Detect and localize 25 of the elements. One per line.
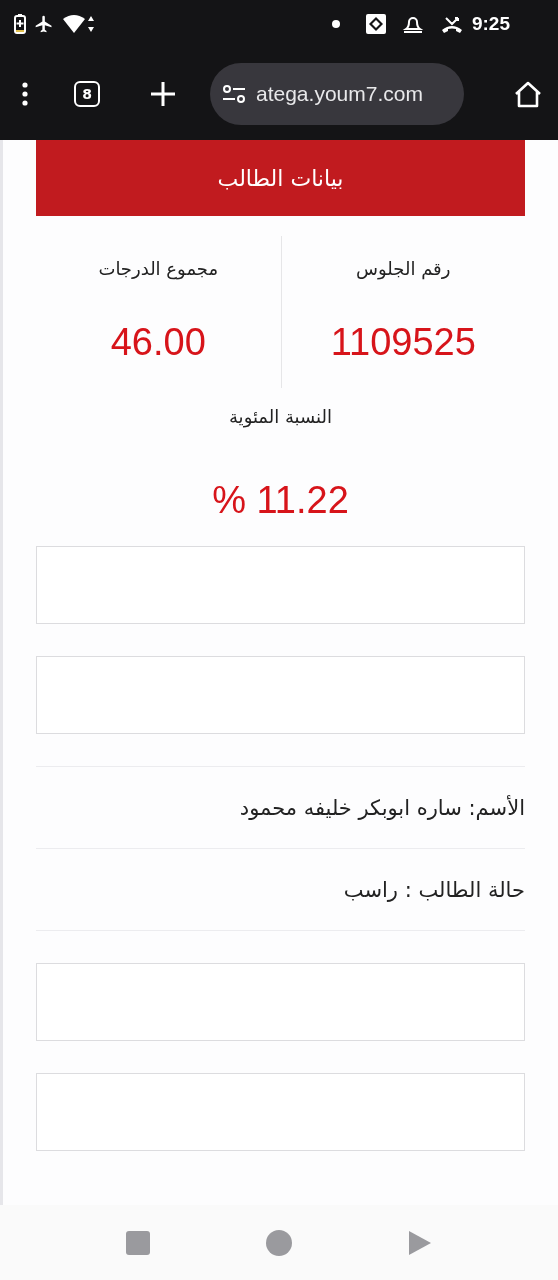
stat-value: 46.00 <box>110 321 206 364</box>
stat-label: رقم الجلوس <box>356 258 451 279</box>
airplane-icon <box>34 14 54 34</box>
stat-value: 1109525 <box>330 321 476 364</box>
menu-icon[interactable] <box>22 82 28 106</box>
status-time: 9:25 <box>471 13 510 35</box>
info-text: حالة الطالب : راسب <box>343 877 525 902</box>
battery-icon <box>14 14 26 34</box>
dot-icon <box>331 20 340 28</box>
url-text: atega.youm7.com <box>256 82 423 106</box>
info-text: الأسم: ساره ابوبكر خليفه محمود <box>239 795 525 820</box>
missed-call-icon <box>439 14 464 34</box>
site-settings-icon[interactable] <box>222 85 246 103</box>
photo-app-icon <box>365 14 386 34</box>
stat-label: مجموع الدرجات <box>98 258 219 279</box>
wifi-icon <box>62 14 96 34</box>
section-header: بيانات الطالب <box>36 140 525 216</box>
stat-value: % 11.22 <box>212 479 349 522</box>
address-bar[interactable]: atega.youm7.com <box>210 63 464 125</box>
new-tab-icon[interactable] <box>150 81 176 107</box>
home-icon[interactable] <box>514 80 542 108</box>
recents-icon[interactable] <box>126 1230 150 1255</box>
tab-count-button[interactable]: 8 <box>74 81 100 107</box>
back-icon[interactable] <box>408 1229 432 1256</box>
stat-label: النسبة المئوية <box>228 406 333 427</box>
